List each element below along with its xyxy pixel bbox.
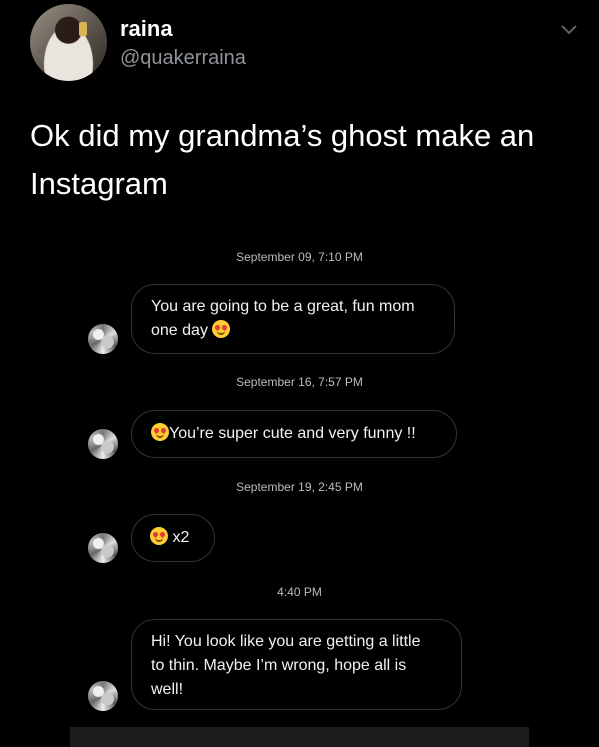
phone-shape [79, 22, 87, 36]
message-text-line: well! [151, 681, 184, 698]
heart-eyes-emoji-icon [151, 423, 169, 441]
sender-avatar[interactable] [88, 324, 118, 354]
sender-avatar[interactable] [88, 533, 118, 563]
message-bubble-4: Hi! You look like you are getting a litt… [131, 619, 462, 710]
message-text: You’re super cute and very funny !! [169, 425, 416, 442]
heart-eyes-emoji-icon [212, 320, 231, 338]
display-name[interactable]: raina [120, 16, 173, 42]
message-bubble-2: You’re super cute and very funny !! [131, 410, 457, 458]
heart-eyes-emoji-icon [150, 527, 168, 545]
bottom-bar [70, 727, 529, 747]
message-timestamp-1: September 09, 7:10 PM [236, 250, 363, 264]
message-bubble-3: x2 [131, 514, 215, 562]
message-timestamp-2: September 16, 7:57 PM [236, 375, 363, 389]
message-timestamp-3: September 19, 2:45 PM [236, 480, 363, 494]
message-text-line: You are going to be a great, fun mom [151, 298, 415, 315]
message-timestamp-4: 4:40 PM [277, 585, 322, 599]
message-text: x2 [172, 529, 190, 546]
sender-avatar[interactable] [88, 681, 118, 711]
tweet-header: raina @quakerraina [30, 4, 590, 84]
message-bubble-1: You are going to be a great, fun mom one… [131, 284, 455, 354]
message-text-line: Hi! You look like you are getting a litt… [151, 633, 421, 650]
user-handle[interactable]: @quakerraina [120, 47, 246, 70]
chevron-down-icon[interactable] [560, 24, 578, 36]
tweet-text: Ok did my grandma’s ghost make an Instag… [30, 118, 535, 201]
message-text-line: one day [151, 319, 435, 343]
sender-avatar[interactable] [88, 429, 118, 459]
profile-avatar[interactable] [30, 4, 107, 81]
message-text-line: to thin. Maybe I’m wrong, hope all is [151, 657, 407, 674]
